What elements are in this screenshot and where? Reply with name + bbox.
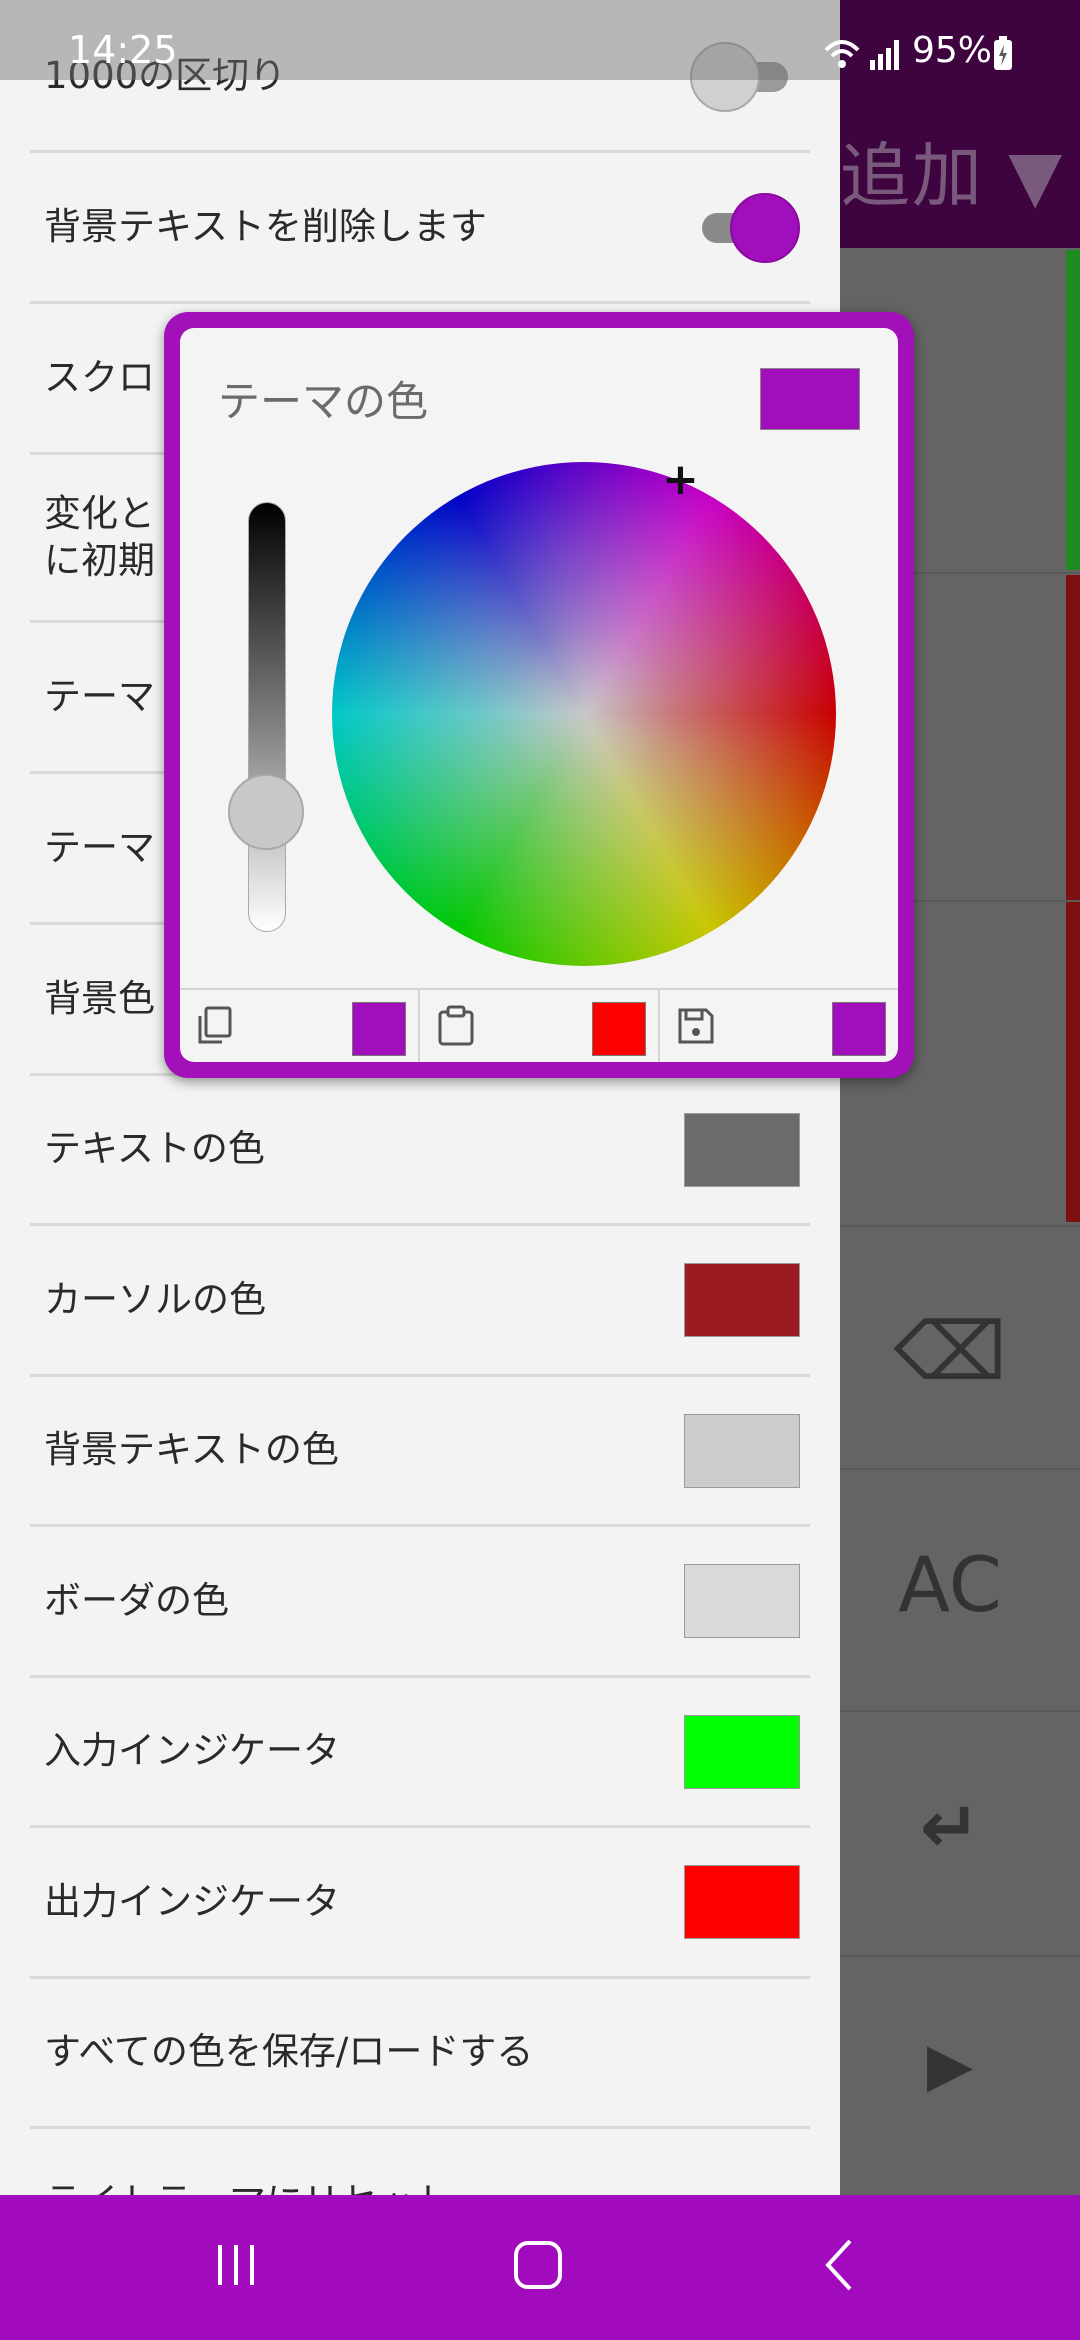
brightness-slider-thumb[interactable] xyxy=(228,773,304,850)
paste-color-swatch xyxy=(592,1002,646,1056)
play-key[interactable]: ▶ xyxy=(840,2030,1060,2100)
color-wheel-crosshair[interactable]: + xyxy=(662,458,699,502)
color-swatch[interactable] xyxy=(684,1715,800,1789)
status-bar: 14:25 95% xyxy=(0,0,1080,80)
status-time: 14:25 xyxy=(68,28,178,72)
settings-row-label: 入力インジケータ xyxy=(44,1729,340,1773)
settings-row-label: すべての色を保存/ロードする xyxy=(44,2030,534,2074)
divider xyxy=(840,1225,1080,1227)
settings-row-label: ボーダの色 xyxy=(44,1578,229,1622)
clear-key[interactable]: AC xyxy=(840,1540,1060,1629)
color-picker-dialog: テーマの色 + xyxy=(164,312,914,1078)
color-swatch[interactable] xyxy=(684,1113,800,1187)
output-indicator-strip xyxy=(1066,575,1080,900)
settings-row-label: 背景テキストの色 xyxy=(44,1428,339,1472)
navigation-bar xyxy=(0,2195,1080,2340)
output-indicator-strip-2 xyxy=(1066,902,1080,1222)
settings-row[interactable]: 入力インジケータ xyxy=(30,1678,810,1828)
battery-percent: 95% xyxy=(912,30,993,71)
background-header-text: 追加 ▼ xyxy=(840,135,1065,217)
settings-row-label: テキストの色 xyxy=(44,1127,265,1171)
settings-row-label: 出力インジケータ xyxy=(44,1879,340,1923)
copy-icon xyxy=(198,1006,232,1044)
settings-row[interactable]: 出力インジケータ xyxy=(30,1828,810,1979)
color-swatch[interactable] xyxy=(684,1564,800,1638)
color-swatch[interactable] xyxy=(684,1263,800,1337)
copy-color-swatch xyxy=(352,1002,406,1056)
settings-row[interactable]: カーソルの色 xyxy=(30,1226,810,1377)
recents-icon[interactable] xyxy=(206,2235,266,2295)
settings-row[interactable]: 背景テキストを削除します xyxy=(30,153,810,304)
battery-icon xyxy=(994,36,1012,70)
divider xyxy=(840,1468,1080,1470)
save-icon xyxy=(678,1008,714,1044)
picker-title: テーマの色 xyxy=(218,377,429,426)
backspace-key[interactable]: ⌫ xyxy=(840,1305,1060,1398)
settings-row-label: 変化と に初期 xyxy=(44,492,155,582)
divider xyxy=(840,1955,1080,1957)
settings-row-label: テーマ xyxy=(44,825,155,869)
settings-row-label: 背景色 xyxy=(44,976,155,1020)
color-swatch[interactable] xyxy=(684,1865,800,1939)
back-icon[interactable] xyxy=(812,2235,872,2295)
settings-row-label: 背景テキストを削除します xyxy=(44,204,487,248)
input-indicator-strip xyxy=(1066,250,1080,570)
settings-row-label: テーマ xyxy=(44,674,155,718)
picker-preview-swatch xyxy=(760,368,860,430)
settings-row[interactable]: テキストの色 xyxy=(30,1076,810,1226)
settings-row[interactable]: 背景テキストの色 xyxy=(30,1377,810,1527)
enter-key[interactable]: ↵ xyxy=(840,1785,1060,1869)
save-color-button[interactable] xyxy=(660,990,898,1062)
settings-row[interactable]: すべての色を保存/ロードする xyxy=(30,1979,810,2129)
color-swatch[interactable] xyxy=(684,1414,800,1488)
paste-color-button[interactable] xyxy=(420,990,658,1062)
picker-actions xyxy=(180,988,898,1062)
signal-icon xyxy=(870,40,899,70)
wifi-icon xyxy=(824,40,860,68)
settings-row-label: カーソルの色 xyxy=(44,1277,266,1321)
color-wheel[interactable] xyxy=(332,462,836,966)
settings-row[interactable]: ボーダの色 xyxy=(30,1527,810,1678)
brightness-slider[interactable] xyxy=(248,502,286,932)
paste-icon xyxy=(438,1005,474,1046)
divider xyxy=(840,1710,1080,1712)
settings-row-label: スクロ xyxy=(44,355,155,399)
copy-color-button[interactable] xyxy=(180,990,418,1062)
home-icon[interactable] xyxy=(508,2235,568,2295)
toggle-switch[interactable] xyxy=(690,193,800,263)
saved-color-swatch xyxy=(832,1002,886,1056)
